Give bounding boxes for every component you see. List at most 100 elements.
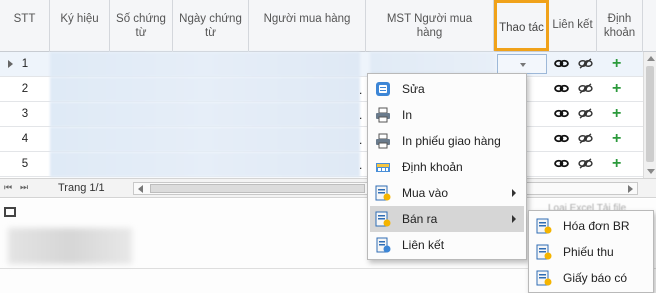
unlink-icon[interactable] — [578, 83, 593, 94]
blurred-content — [8, 228, 132, 264]
column-header-label: STT — [13, 13, 36, 25]
context-menu: Sửa In In phiếu giao hàng Định khoản Mua… — [367, 73, 527, 260]
scroll-down-icon[interactable] — [647, 169, 655, 174]
column-header-label: Định khoản — [603, 13, 636, 39]
add-entry-icon[interactable]: + — [612, 80, 621, 98]
menu-item-ban-ra[interactable]: Bán ra — [370, 206, 524, 232]
row-dot: . — [359, 133, 363, 147]
first-page-button[interactable]: ⏮ — [4, 182, 12, 193]
table-row[interactable]: 3 . + — [0, 102, 643, 127]
row-number: 1 — [21, 58, 29, 70]
column-header-thao-tac[interactable]: Thao tác — [494, 0, 549, 51]
menu-item-lien-ket[interactable]: Liên kết — [370, 232, 524, 258]
invoice-icon — [536, 218, 552, 234]
column-header-ky-hieu[interactable]: Ký hiệu — [50, 0, 110, 52]
row-number: 4 — [21, 133, 29, 145]
dropdown-arrow-icon — [520, 63, 526, 67]
add-entry-icon[interactable]: + — [612, 105, 621, 123]
table-row[interactable]: 4 . + — [0, 127, 643, 152]
submenu-item-giay-bao-co[interactable]: Giấy báo có — [531, 265, 651, 291]
blurred-cells — [50, 77, 360, 102]
scroll-right-icon[interactable] — [628, 185, 633, 193]
menu-item-label: Hóa đơn BR — [563, 219, 630, 233]
table-row[interactable]: 2 . + — [0, 77, 643, 102]
sale-icon — [375, 211, 391, 227]
row-number: 5 — [21, 158, 29, 170]
add-entry-icon[interactable]: + — [612, 130, 621, 148]
menu-item-label: Mua vào — [402, 186, 449, 200]
unlink-icon[interactable] — [578, 133, 593, 144]
printer-icon — [376, 107, 390, 123]
submenu-item-hoa-don-br[interactable]: Hóa đơn BR — [531, 213, 651, 239]
row-number: 2 — [21, 83, 29, 95]
unlink-icon[interactable] — [578, 158, 593, 169]
column-header-label: Ký hiệu — [60, 13, 99, 25]
row-dot: . — [359, 108, 363, 122]
column-header-label: MST Người mua hàng — [386, 13, 473, 39]
ledger-icon — [376, 163, 390, 172]
column-header-dinh-khoan[interactable]: Định khoản — [597, 0, 643, 52]
column-header-ngay-chung-tu[interactable]: Ngày chứng từ — [173, 0, 249, 52]
menu-item-in[interactable]: In — [370, 102, 524, 128]
menu-item-dinh-khoan[interactable]: Định khoản — [370, 154, 524, 180]
column-header-nguoi-mua-hang[interactable]: Người mua hàng — [249, 0, 366, 52]
scroll-left-icon[interactable] — [138, 185, 143, 193]
column-header-so-chung-tu[interactable]: Số chứng từ — [110, 0, 173, 52]
column-header-stt[interactable]: STT — [0, 0, 50, 52]
link-icon[interactable] — [554, 133, 569, 144]
submenu-ban-ra: Hóa đơn BR Phiếu thu Giấy báo có — [528, 210, 654, 293]
submenu-arrow-icon — [512, 189, 516, 197]
receipt-icon — [536, 244, 552, 260]
grid-body: 1 + 2 . + 3 . + 4 . + 5 . + — [0, 52, 643, 178]
table-row[interactable]: 1 + — [0, 52, 643, 77]
credit-note-icon — [536, 270, 552, 286]
row-number: 3 — [21, 108, 29, 120]
last-page-button[interactable]: ⏭ — [20, 182, 28, 193]
menu-item-label: Sửa — [402, 82, 425, 96]
column-header-label: Ngày chứng từ — [179, 13, 242, 39]
scroll-up-icon[interactable] — [647, 56, 655, 61]
link-icon[interactable] — [554, 83, 569, 94]
column-header-mst[interactable]: MST Người mua hàng — [366, 0, 494, 52]
column-header-spacer — [643, 0, 656, 52]
menu-item-label: In — [402, 108, 413, 122]
menu-item-in-phieu-giao-hang[interactable]: In phiếu giao hàng — [370, 128, 524, 154]
add-entry-icon[interactable]: + — [612, 55, 621, 73]
row-dot: . — [359, 158, 363, 172]
link-icon[interactable] — [554, 58, 569, 69]
page-indicator: Trang 1/1 — [58, 182, 105, 194]
column-header-label: Thao tác — [499, 22, 544, 34]
menu-item-sua[interactable]: Sửa — [370, 76, 524, 102]
link-icon[interactable] — [554, 158, 569, 169]
blurred-cells — [50, 52, 360, 77]
action-dropdown[interactable] — [497, 54, 547, 74]
scroll-thumb[interactable] — [646, 66, 654, 162]
unlink-icon[interactable] — [578, 108, 593, 119]
blurred-cells — [50, 102, 360, 127]
edit-form-icon — [376, 82, 390, 96]
column-header-label: Người mua hàng — [263, 13, 351, 25]
link-icon[interactable] — [554, 108, 569, 119]
unlink-icon[interactable] — [578, 58, 593, 69]
grid-header: STT Ký hiệu Số chứng từ Ngày chứng từ Ng… — [0, 0, 656, 52]
add-entry-icon[interactable]: + — [612, 155, 621, 173]
blurred-cells — [50, 152, 360, 177]
column-header-lien-ket[interactable]: Liên kết — [549, 0, 597, 52]
submenu-item-phieu-thu[interactable]: Phiếu thu — [531, 239, 651, 265]
expand-panel-icon[interactable] — [4, 207, 16, 217]
row-dot: . — [359, 83, 363, 97]
grid-footer: ⏮ ⏭ Trang 1/1 — [0, 178, 656, 198]
submenu-arrow-icon — [512, 215, 516, 223]
menu-item-label: Giấy báo có — [563, 271, 628, 285]
blurred-cells — [50, 127, 360, 152]
scroll-thumb[interactable] — [150, 184, 365, 193]
menu-item-mua-vao[interactable]: Mua vào — [370, 180, 524, 206]
table-row[interactable]: 5 . + — [0, 152, 643, 177]
menu-item-label: In phiếu giao hàng — [402, 134, 501, 148]
menu-item-label: Phiếu thu — [563, 245, 614, 259]
menu-item-label: Liên kết — [402, 238, 445, 252]
column-header-label: Liên kết — [552, 19, 593, 31]
vertical-scrollbar[interactable] — [643, 52, 656, 178]
menu-item-label: Bán ra — [402, 212, 438, 226]
purchase-icon — [375, 185, 391, 201]
